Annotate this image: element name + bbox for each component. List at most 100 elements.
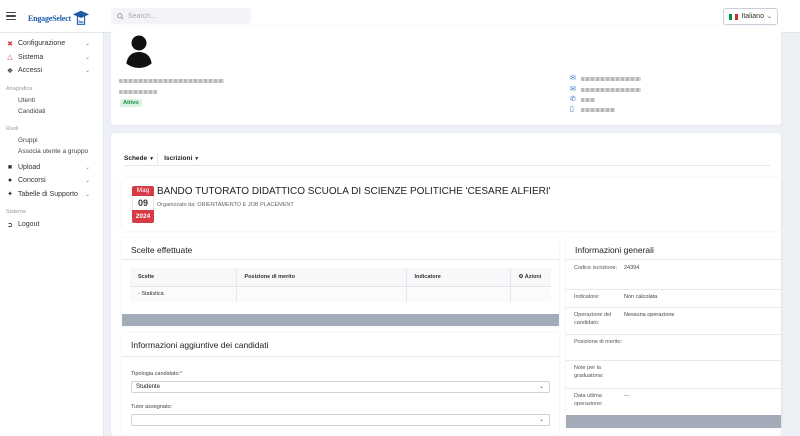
sidebar-item-label: Sistema <box>18 53 44 61</box>
email-alt-icon: ✉ <box>570 86 576 93</box>
user-upload-icon: ■ <box>7 163 13 171</box>
italy-flag-icon <box>729 13 739 20</box>
sidebar-item-concorsi[interactable]: ● Concorsi ⌄ <box>0 174 103 188</box>
card-footer <box>566 415 781 428</box>
caret-down-icon: ▼ <box>149 156 155 162</box>
scelte-table: Scelte Posizione di merito Indicatore ⚙ … <box>130 268 551 302</box>
card-divider <box>122 259 559 260</box>
chevron-down-icon: ⌄ <box>84 178 90 184</box>
info-value: 24394 <box>624 265 640 271</box>
tab-schede[interactable]: Schede ▼ <box>124 155 154 162</box>
redacted-name <box>119 79 224 83</box>
logout-icon: ➲ <box>7 221 13 229</box>
sidebar-item-utenti[interactable]: Utenti <box>0 95 103 107</box>
tab-iscrizioni[interactable]: Iscrizioni ▼ <box>164 155 199 162</box>
chevron-down-icon: ⌄ <box>766 14 772 20</box>
menu-toggle-icon[interactable] <box>6 12 16 20</box>
sidebar-item-upload[interactable]: ■ Upload ⌄ <box>0 161 103 175</box>
chevron-down-icon: ⌄ <box>84 68 90 74</box>
table-cell: - Statistica <box>130 286 237 302</box>
info-row: Note per la graduatoria: <box>566 360 781 388</box>
info-row: Data ultima operazione: --- <box>566 388 781 415</box>
chevron-down-icon: ⌄ <box>84 41 90 47</box>
card-title: Scelte effettuate <box>131 245 193 255</box>
column-header-label: Azioni <box>524 273 542 280</box>
sidebar-item-sistema[interactable]: △ Sistema ⌄ <box>0 51 103 65</box>
sidebar-item-label: Configurazione <box>18 40 66 48</box>
info-aggiuntive-card: Informazioni aggiuntive dei candidati Ti… <box>122 333 559 436</box>
date-day: 09 <box>132 196 154 210</box>
sidebar-item-logout[interactable]: ➲ Logout <box>0 218 103 232</box>
search-box[interactable] <box>111 8 251 24</box>
redacted-email-alt <box>581 88 641 92</box>
profile-card: Attivo ✉ ✉ ✆ ▯ <box>111 26 781 125</box>
required-marker: * <box>180 371 183 377</box>
info-label: Data ultima operazione: <box>574 393 603 407</box>
sidebar-item-configurazione[interactable]: ✖ Configurazione ⌄ <box>0 37 103 51</box>
language-selector[interactable]: Italiano ⌄ <box>723 8 778 25</box>
chevron-down-icon: ⌄ <box>84 191 90 198</box>
chevron-down-icon: ⌄ <box>538 384 544 390</box>
sidebar-item-label: Logout <box>18 221 40 229</box>
users-icon: ● <box>7 177 13 185</box>
cogs-icon: ✦ <box>7 191 13 199</box>
sidebar-item-label: Concorsi <box>18 177 46 185</box>
sidebar: ✖ Configurazione ⌄ △ Sistema ⌄ ❖ Accessi… <box>0 33 104 436</box>
course-title: BANDO TUTORATO DIDATTICO SCUOLA DI SCIEN… <box>157 186 551 197</box>
sidebar-item-candidati[interactable]: Candidati <box>0 106 103 118</box>
sidebar-item-tabelle[interactable]: ✦ Tabelle di Supporto ⌄ <box>0 188 103 202</box>
info-row: Indicatore: Non calcolata <box>566 289 781 307</box>
info-row: Posizione di merito: <box>566 334 781 360</box>
redacted-mobile <box>581 108 615 112</box>
table-header-row: Scelte Posizione di merito Indicatore ⚙ … <box>130 268 551 287</box>
brand-name: EngageSelect <box>28 13 71 23</box>
brand-logo[interactable]: EngageSelect bn <box>28 8 90 28</box>
field-label-text: Tipologia candidato: <box>131 371 181 377</box>
date-year: 2024 <box>132 210 154 223</box>
select-value: Studente <box>136 384 161 390</box>
tab-bar: Schede ▼ Iscrizioni ▼ <box>124 155 199 162</box>
info-row: Operazione del candidato: Nessuna operaz… <box>566 307 781 334</box>
email-icon: ✉ <box>570 75 576 82</box>
sidebar-item-gruppi[interactable]: Gruppi <box>0 135 103 147</box>
tipologia-select[interactable]: Studente ⌄ <box>131 381 550 393</box>
avatar <box>119 28 159 68</box>
brand-suffix: bn <box>78 19 84 24</box>
wrench-icon: ✖ <box>7 40 13 48</box>
info-value: Nessuna operazione <box>624 312 675 318</box>
table-cell <box>406 286 511 302</box>
tutor-select[interactable]: ⌄ <box>131 414 550 426</box>
section-label-ruoli: Ruoli <box>6 125 19 132</box>
card-footer <box>122 314 559 326</box>
tab-underline <box>124 165 770 166</box>
column-header: Posizione di merito <box>236 268 407 287</box>
tab-divider <box>157 153 158 165</box>
card-divider <box>566 259 781 260</box>
column-header-azioni: ⚙ Azioni <box>510 268 551 287</box>
card-title: Informazioni generali <box>575 245 654 255</box>
info-generali-card: Informazioni generali Codice iscrizione:… <box>566 238 781 428</box>
info-value: --- <box>624 393 630 399</box>
graduation-cap-logo-icon: bn <box>72 10 90 25</box>
tutor-label: Tutor assegnato: <box>131 404 173 410</box>
sidebar-item-accessi[interactable]: ❖ Accessi ⌄ <box>0 64 103 78</box>
sidebar-item-label: Upload <box>18 163 41 171</box>
chevron-down-icon: ⌄ <box>538 417 544 423</box>
search-icon <box>117 12 124 20</box>
column-header: Scelte <box>130 268 237 287</box>
redacted-phone <box>581 98 595 102</box>
section-label-sistema: Sistema <box>6 209 26 215</box>
info-label: Note per la graduatoria: <box>574 365 604 379</box>
table-cell <box>510 286 551 302</box>
table-cell <box>236 286 407 302</box>
date-badge: Mag 09 2024 <box>132 186 154 223</box>
caret-down-icon: ▼ <box>194 156 200 162</box>
section-label-anagrafica: Anagrafica <box>6 85 33 92</box>
column-header: Indicatore <box>406 268 511 287</box>
table-row[interactable]: - Statistica <box>130 286 551 302</box>
course-organizer: Organizzato da: ORIENTAMENTO E JOB PLACE… <box>157 202 294 208</box>
info-circle-icon: ❖ <box>6 67 14 75</box>
scelte-card: Scelte effettuate Scelte Posizione di me… <box>122 238 559 326</box>
sidebar-item-associa-utente[interactable]: Associa utente a gruppo <box>0 146 103 158</box>
search-input[interactable] <box>128 12 238 20</box>
